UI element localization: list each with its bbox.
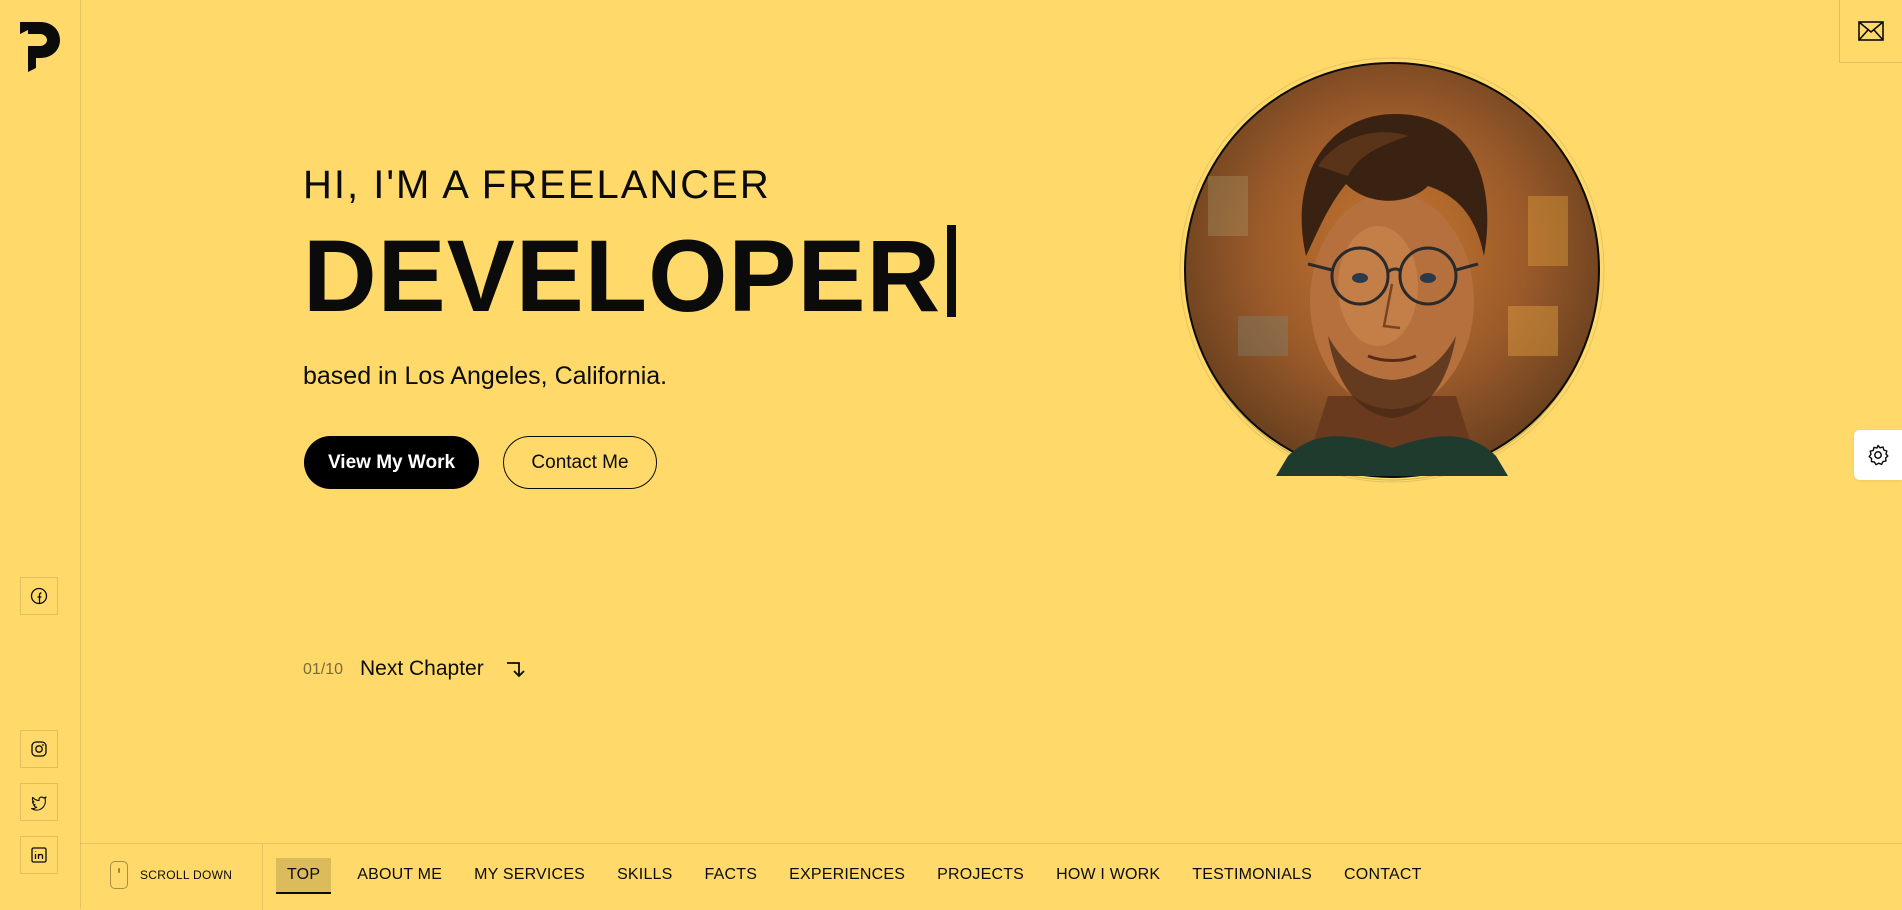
hero-title: DEVELOPER: [303, 225, 957, 327]
section-nav: TOP ABOUT ME MY SERVICES SKILLS FACTS EX…: [276, 858, 1438, 894]
mail-icon: [1858, 21, 1884, 41]
nav-item-projects[interactable]: PROJECTS: [921, 858, 1040, 892]
bottom-nav-bar: SCROLL DOWN TOP ABOUT ME MY SERVICES SKI…: [80, 843, 1902, 910]
nav-item-experiences[interactable]: EXPERIENCES: [773, 858, 921, 892]
contact-me-button[interactable]: Contact Me: [503, 436, 657, 489]
twitter-icon[interactable]: [20, 783, 58, 821]
mail-button[interactable]: [1839, 0, 1902, 63]
typing-cursor: [947, 225, 957, 317]
nav-divider: [262, 844, 263, 910]
nav-item-my-services[interactable]: MY SERVICES: [458, 858, 601, 892]
nav-item-facts[interactable]: FACTS: [689, 858, 774, 892]
portrait: [1178, 56, 1606, 484]
mouse-icon: [110, 861, 128, 889]
nav-item-skills[interactable]: SKILLS: [601, 858, 688, 892]
hero-location: based in Los Angeles, California.: [303, 362, 668, 390]
logo[interactable]: [18, 18, 62, 72]
next-chapter-label: Next Chapter: [360, 657, 484, 680]
settings-button[interactable]: [1854, 430, 1902, 480]
gear-icon: [1868, 444, 1889, 466]
hero-subtitle: HI, I'M A FREELANCER: [303, 163, 771, 207]
facebook-icon[interactable]: [20, 577, 58, 615]
chapter-counter: 01/10: [303, 661, 344, 678]
nav-item-about-me[interactable]: ABOUT ME: [341, 858, 458, 892]
left-rail: [0, 0, 81, 909]
scroll-down-indicator[interactable]: SCROLL DOWN: [110, 860, 232, 890]
linkedin-icon[interactable]: [20, 836, 58, 874]
next-chapter-link[interactable]: Next Chapter: [360, 657, 526, 681]
nav-item-testimonials[interactable]: TESTIMONIALS: [1176, 858, 1328, 892]
view-my-work-button[interactable]: View My Work: [304, 436, 479, 489]
nav-item-top[interactable]: TOP: [276, 858, 332, 894]
portrait-image: [1179, 57, 1605, 483]
arrow-down-right-icon: [506, 662, 525, 678]
instagram-icon[interactable]: [20, 730, 58, 768]
scroll-down-label: SCROLL DOWN: [140, 868, 233, 882]
nav-item-how-i-work[interactable]: HOW I WORK: [1040, 858, 1176, 892]
nav-item-contact[interactable]: CONTACT: [1328, 858, 1438, 892]
hero-title-text: DEVELOPER: [303, 219, 942, 333]
